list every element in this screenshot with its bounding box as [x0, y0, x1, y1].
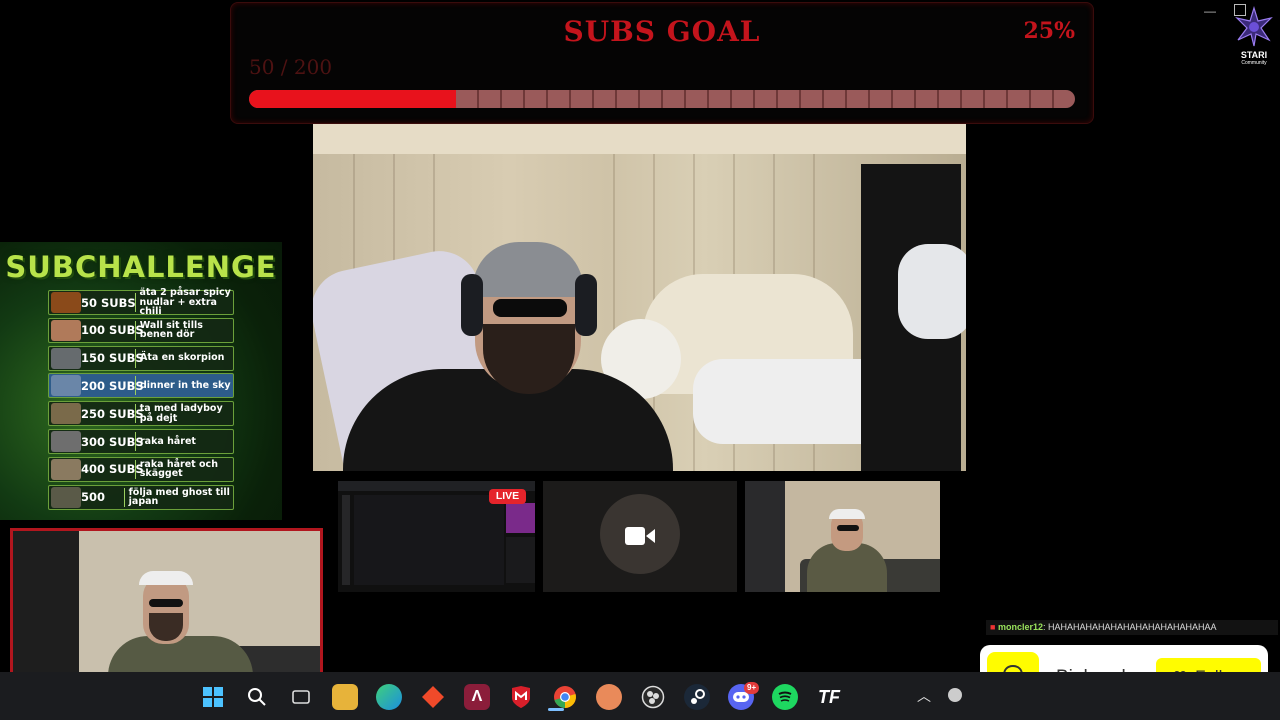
cam-headphone-left	[461, 274, 483, 336]
subchallenge-row-image	[51, 486, 81, 508]
subchallenge-row-subs: 500	[81, 490, 106, 505]
subchallenge-row-text: äta 2 påsar spicy nudlar + extra chili	[139, 287, 231, 318]
steam-icon[interactable]	[684, 684, 710, 710]
tray-app-icon[interactable]	[948, 688, 962, 702]
subchallenge-row-subs: 200 SUBS	[81, 378, 144, 393]
stari-brand-name: STARI	[1240, 50, 1268, 60]
subchallenge-row-text: Äta en skorpion	[140, 352, 225, 364]
chat-username: moncler12	[997, 622, 1043, 632]
cam-person-glasses	[493, 299, 567, 317]
cam-ceiling	[313, 124, 966, 154]
subchallenge-row: 250 SUBS ta med ladyboy på dejt	[48, 401, 234, 427]
mcafee-icon[interactable]	[508, 684, 534, 710]
subchallenge-row-divider	[135, 348, 136, 368]
subchallenge-row: 400 SUBS raka håret och skägget	[48, 456, 234, 482]
live-badge: LIVE	[489, 489, 526, 504]
subchallenge-row-image	[51, 319, 81, 341]
subchallenge-row-subs: 150 SUBS	[81, 351, 144, 366]
cam-person-cap	[473, 242, 583, 297]
spiral-app-icon[interactable]	[596, 684, 622, 710]
subs-goal-title: SUBS GOAL	[563, 15, 761, 48]
subs-goal-progress-bar	[249, 90, 1075, 108]
subchallenge-row-subs: 300 SUBS	[81, 434, 144, 449]
subs-goal-percent: 25%	[1023, 18, 1075, 44]
subchallenge-row-image	[51, 292, 81, 313]
chat-text: : HAHAHAHAHAHAHAHAHAHAHAHAHAA	[1042, 622, 1217, 632]
subchallenge-panel: SUBCHALLENGE 50 SUBS äta 2 påsar spicy nu…	[0, 242, 282, 520]
subchallenge-row-text: följa med ghost till japan	[128, 486, 230, 508]
subs-goal-progress-fill	[249, 90, 456, 108]
task-view-icon[interactable]	[288, 684, 314, 710]
video-camera-icon	[625, 527, 655, 545]
subchallenge-row: 200 SUBS dinner in the sky	[48, 373, 234, 399]
subs-goal-count: 50 / 200	[249, 55, 333, 79]
file-explorer-icon[interactable]	[332, 684, 358, 710]
subchallenge-row-text: Wall sit tills benen dör	[139, 319, 203, 341]
subchallenge-row-text: dinner in the sky	[140, 380, 231, 392]
affinity-icon[interactable]: Λ	[464, 684, 490, 710]
subchallenge-row-divider	[135, 432, 136, 451]
minimize-icon[interactable]: —	[1204, 4, 1216, 18]
subchallenge-row-text: raka håret	[140, 435, 196, 447]
subchallenge-row: 300 SUBS raka håret	[48, 429, 234, 454]
subchallenge-row-subs: 50 SUBS	[81, 295, 136, 310]
subs-goal-widget: SUBS GOAL 25% 50 / 200	[230, 2, 1094, 124]
secondary-webcam-tile	[745, 481, 940, 592]
subchallenge-row: 50 SUBS äta 2 påsar spicy nudlar + extra …	[48, 287, 234, 318]
subchallenge-row-image	[51, 458, 81, 480]
tf-app-icon[interactable]: TF	[816, 684, 842, 710]
cam-plant	[898, 244, 966, 339]
subchallenge-title: SUBCHALLENGE	[5, 250, 277, 284]
subchallenge-row-divider	[135, 404, 136, 424]
subchallenge-row-divider	[123, 487, 125, 507]
search-icon[interactable]	[244, 684, 270, 710]
subchallenge-row-divider	[135, 376, 136, 396]
tray-chevron-up-icon[interactable]: ︿	[917, 686, 931, 706]
chat-badge-icon: ■	[990, 622, 996, 632]
subchallenge-row: 150 SUBS Äta en skorpion	[48, 345, 234, 371]
cam-headphone-right	[575, 274, 597, 336]
windows-start-icon[interactable]	[200, 684, 226, 710]
chrome-icon[interactable]	[552, 684, 578, 710]
subchallenge-row-text: raka håret och skägget	[139, 458, 218, 480]
subchallenge-row-subs: 250 SUBS	[81, 406, 144, 421]
subchallenge-row: 500 följa med ghost till japan	[48, 484, 234, 510]
subchallenge-row-image	[51, 375, 81, 397]
subchallenge-row-image	[51, 431, 81, 452]
subchallenge-row: 100 SUBS Wall sit tills benen dör	[48, 317, 234, 343]
subchallenge-row-text: ta med ladyboy på dejt	[139, 403, 223, 424]
facecam-overlay	[10, 528, 323, 696]
subchallenge-row-image	[51, 347, 81, 369]
subchallenge-row-divider	[135, 459, 136, 479]
spotify-icon[interactable]	[772, 684, 798, 710]
chrome-active-indicator	[548, 708, 564, 711]
main-webcam-feed	[313, 124, 966, 471]
diamond-app-icon[interactable]	[420, 684, 446, 710]
chat-message: ■ moncler12: HAHAHAHAHAHAHAHAHAHAHAHAHAA	[986, 620, 1278, 635]
subchallenge-row-subs: 100 SUBS	[81, 323, 144, 338]
edge-icon[interactable]	[376, 684, 402, 710]
obs-icon[interactable]	[640, 684, 666, 710]
discord-badge: 9+	[744, 682, 760, 694]
stari-logo-icon	[1235, 6, 1273, 47]
stari-brand-sub: Community	[1241, 60, 1267, 66]
subchallenge-row-divider	[135, 320, 136, 340]
subchallenge-row-image	[51, 403, 81, 425]
subchallenge-row-subs: 400 SUBS	[81, 462, 144, 477]
